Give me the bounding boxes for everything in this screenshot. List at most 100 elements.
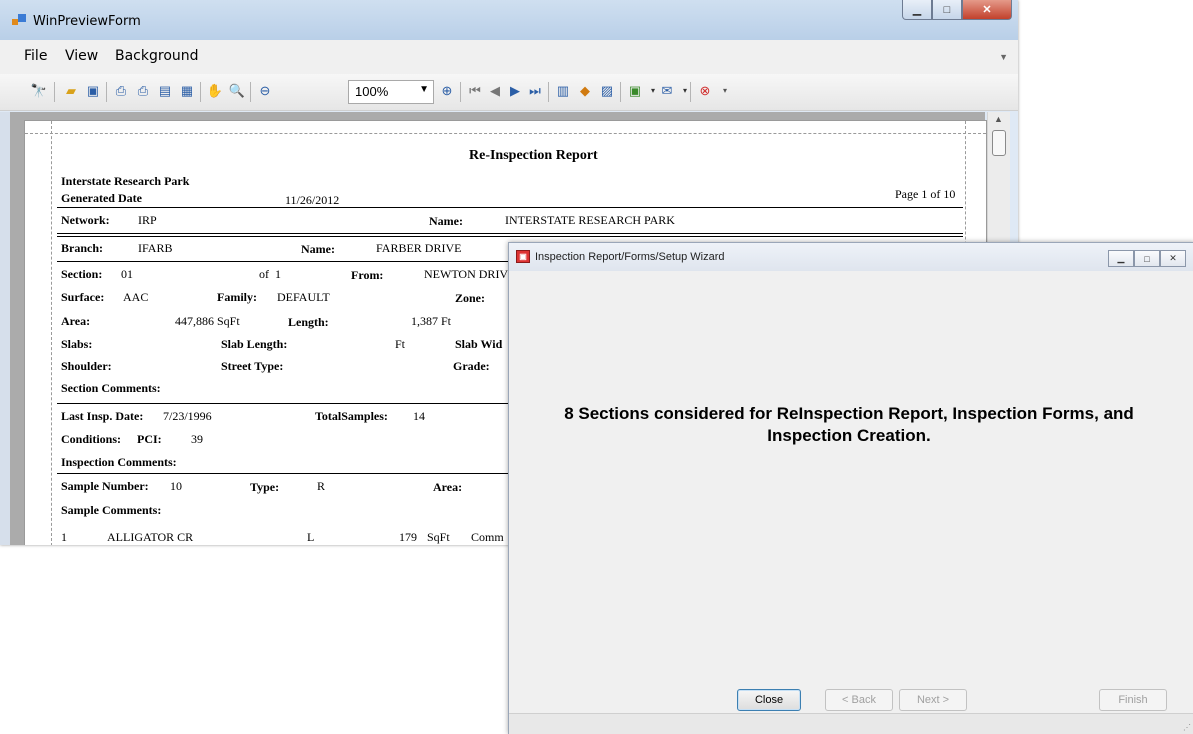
close-button[interactable]: Close — [737, 689, 801, 711]
of-value: 1 — [275, 267, 281, 281]
section-value: 01 — [121, 267, 133, 281]
wizard-close-button[interactable]: ✕ — [1160, 250, 1186, 267]
distress-comments: Comm — [471, 530, 504, 544]
print-dialog-icon[interactable]: ⎙ — [112, 82, 130, 100]
slab-width-label: Slab Wid — [455, 337, 503, 351]
toolbar-separator — [690, 82, 691, 102]
close-window-button[interactable]: ✕ — [962, 0, 1012, 20]
zone-label: Zone: — [455, 291, 485, 305]
menu-background[interactable]: Background — [115, 48, 199, 64]
slabs-label: Slabs: — [61, 337, 93, 351]
next-button[interactable]: Next > — [899, 689, 967, 711]
last-insp-value: 7/23/1996 — [163, 409, 212, 423]
divider — [57, 207, 963, 208]
minimize-button[interactable]: ▁ — [902, 0, 932, 20]
menu-view[interactable]: View — [65, 48, 98, 64]
conditions-label: Conditions: — [61, 432, 122, 446]
zoom-value: 100% — [355, 84, 389, 99]
wizard-titlebar[interactable]: ▣ Inspection Report/Forms/Setup Wizard ▁… — [509, 243, 1193, 271]
close-icon: ✕ — [982, 4, 992, 16]
menu-overflow-icon[interactable]: ▼ — [999, 52, 1008, 62]
maximize-icon: □ — [943, 3, 951, 16]
length-label: Length: — [288, 315, 329, 329]
divider — [57, 236, 963, 237]
email-dropdown-icon[interactable]: ▾ — [676, 82, 694, 100]
maximize-icon: □ — [1144, 253, 1150, 264]
branch-label: Branch: — [61, 241, 103, 255]
network-name-label: Name: — [429, 214, 463, 228]
open-icon[interactable]: ▰ — [62, 82, 80, 100]
total-samples-value: 14 — [413, 409, 425, 423]
print-icon[interactable]: ⎙ — [134, 82, 152, 100]
multiple-pages-icon[interactable]: ▥ — [554, 82, 572, 100]
area-value: 447,886 SqFt — [175, 314, 240, 328]
preview-titlebar[interactable]: WinPreviewForm ▁ □ ✕ — [0, 0, 1018, 40]
sample-number-label: Sample Number: — [61, 479, 149, 493]
shoulder-label: Shoulder: — [61, 359, 112, 373]
section-comments-label: Section Comments: — [61, 381, 161, 395]
total-samples-label: TotalSamples: — [315, 409, 388, 423]
next-page-icon[interactable]: ▶ — [506, 82, 524, 100]
branch-name-label: Name: — [301, 242, 335, 256]
page-setup-icon[interactable]: ▤ — [156, 82, 174, 100]
page-number: Page 1 of 10 — [895, 187, 956, 201]
family-label: Family: — [217, 290, 257, 304]
surface-label: Surface: — [61, 290, 105, 304]
magnifier-icon[interactable]: 🔍 — [228, 82, 246, 100]
network-name-value: INTERSTATE RESEARCH PARK — [505, 213, 675, 227]
export-icon[interactable]: ▣ — [626, 82, 644, 100]
email-icon[interactable]: ✉ — [658, 82, 676, 100]
distress-severity: L — [307, 530, 315, 544]
resize-grip-icon[interactable]: ⋰ — [1183, 723, 1191, 732]
back-button[interactable]: < Back — [825, 689, 893, 711]
previous-page-icon[interactable]: ◀ — [486, 82, 504, 100]
from-value: NEWTON DRIVE — [424, 267, 516, 281]
wizard-minimize-button[interactable]: ▁ — [1108, 250, 1134, 267]
toolbar-overflow-icon[interactable]: ▾ — [716, 82, 734, 100]
length-value: 1,387 Ft — [411, 314, 452, 328]
type-label: Type: — [250, 480, 280, 494]
wizard-app-icon: ▣ — [516, 250, 530, 263]
toolbar-separator — [106, 82, 107, 102]
hand-tool-icon[interactable]: ✋ — [206, 82, 224, 100]
surface-value: AAC — [123, 290, 149, 304]
zoom-out-icon[interactable]: ⊖ — [256, 82, 274, 100]
of-label: of — [259, 267, 269, 281]
section-label: Section: — [61, 267, 103, 281]
area-label: Area: — [61, 314, 91, 328]
scale-icon[interactable]: ▦ — [178, 82, 196, 100]
close-preview-icon[interactable]: ⊗ — [696, 82, 714, 100]
from-label: From: — [351, 268, 384, 282]
find-icon[interactable]: 🔭 — [30, 82, 48, 100]
ft-unit: Ft — [395, 337, 406, 351]
sample-comments-label: Sample Comments: — [61, 503, 162, 517]
menu-bar: File View Background ▼ — [0, 40, 1018, 75]
scroll-up-icon[interactable]: ▲ — [994, 114, 1003, 124]
org-name: Interstate Research Park — [61, 174, 190, 188]
report-title: Re-Inspection Report — [469, 148, 598, 163]
menu-file[interactable]: File — [24, 48, 47, 64]
zoom-select[interactable]: 100% ▼ — [348, 80, 434, 104]
pci-value: 39 — [191, 432, 203, 446]
first-page-icon[interactable]: ⏮ — [466, 82, 484, 100]
sample-area-label: Area: — [433, 480, 463, 494]
generated-label: Generated Date — [61, 191, 142, 205]
save-icon[interactable]: ▣ — [84, 82, 102, 100]
wizard-message: 8 Sections considered for ReInspection R… — [564, 404, 1134, 445]
sample-number-value: 10 — [170, 479, 182, 493]
maximize-button[interactable]: □ — [932, 0, 962, 20]
status-bar: ⋰ — [509, 713, 1193, 734]
fill-color-icon[interactable]: ◆ — [576, 82, 594, 100]
watermark-icon[interactable]: ▨ — [598, 82, 616, 100]
zoom-in-icon[interactable]: ⊕ — [438, 82, 456, 100]
window-title: WinPreviewForm — [33, 14, 141, 29]
left-strip — [0, 112, 10, 545]
close-icon: ✕ — [1169, 253, 1177, 263]
grade-label: Grade: — [453, 359, 490, 373]
last-page-icon[interactable]: ⏭ — [526, 82, 544, 100]
scroll-thumb[interactable] — [992, 130, 1006, 156]
wizard-maximize-button[interactable]: □ — [1134, 250, 1160, 267]
distress-quantity: 179 — [399, 530, 417, 544]
finish-button[interactable]: Finish — [1099, 689, 1167, 711]
generated-value: 11/26/2012 — [285, 193, 340, 207]
